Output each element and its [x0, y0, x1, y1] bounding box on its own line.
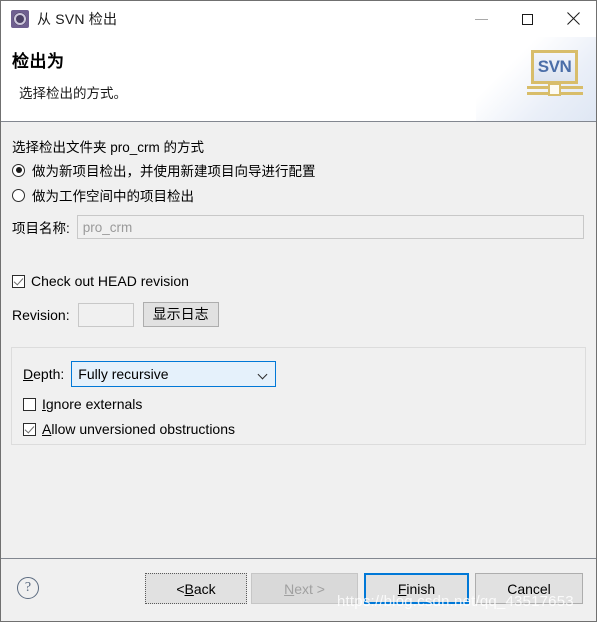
svn-repository-icon: [11, 10, 29, 28]
project-name-label: 项目名称:: [12, 221, 70, 236]
window-controls: [458, 1, 596, 37]
dialog-footer: ? < Back Next > Finish Cancel: [1, 558, 596, 621]
close-icon: [566, 12, 580, 26]
cancel-button[interactable]: Cancel: [475, 573, 583, 604]
checkbox-ignore-externals-indicator[interactable]: [23, 397, 36, 411]
checkbox-head-revision[interactable]: Check out HEAD revision: [12, 273, 189, 289]
page-title: 检出为: [12, 52, 65, 71]
next-button-mnemonic: N: [284, 580, 295, 597]
radio-workspace-project[interactable]: 做为工作空间中的项目检出: [12, 185, 194, 205]
page-description: 选择检出的方式。: [19, 86, 127, 101]
checkbox-allow-unversioned-obstructions-mnemonic: A: [42, 421, 52, 437]
project-name-row: 项目名称:: [12, 215, 584, 239]
checkbox-allow-unversioned-obstructions[interactable]: Allow unversioned obstructions: [23, 421, 235, 437]
back-button-mnemonic: B: [184, 580, 194, 597]
radio-new-project-wizard[interactable]: 做为新项目检出，并使用新建项目向导进行配置: [12, 160, 316, 180]
checkout-from-svn-dialog: 从 SVN 检出 检出为 选择检出的方式。 SVN 选择检出文件夹 pro_cr…: [0, 0, 597, 622]
radio-new-project-wizard-label: 做为新项目检出，并使用新建项目向导进行配置: [32, 164, 316, 179]
next-button[interactable]: Next >: [251, 573, 358, 604]
maximize-icon: [521, 13, 533, 25]
finish-button-mnemonic: F: [397, 580, 407, 597]
revision-input[interactable]: [77, 302, 134, 327]
depth-dropdown[interactable]: Fully recursive: [71, 361, 277, 387]
checkbox-head-revision-indicator[interactable]: [12, 274, 25, 288]
chevron-down-icon: [259, 370, 268, 379]
revision-row: Revision: 显示日志: [12, 302, 219, 327]
depth-label: Depth:: [23, 366, 64, 382]
checkbox-allow-unversioned-obstructions-label: Allow unversioned obstructions: [42, 421, 235, 437]
checkout-mode-label: 选择检出文件夹 pro_crm 的方式: [12, 140, 205, 155]
radio-new-project-wizard-indicator[interactable]: [12, 163, 25, 177]
revision-label: Revision:: [12, 306, 70, 323]
wizard-content: 选择检出文件夹 pro_crm 的方式 做为新项目检出，并使用新建项目向导进行配…: [1, 123, 596, 558]
show-log-button[interactable]: 显示日志: [142, 302, 219, 327]
depth-label-mnemonic: D: [23, 366, 34, 382]
depth-label-rest: epth:: [33, 366, 65, 382]
project-name-input[interactable]: [76, 215, 584, 239]
depth-row: Depth: Fully recursive: [23, 361, 277, 387]
close-button[interactable]: [550, 1, 596, 37]
depth-group-box: Depth: Fully recursive Ignore externals …: [11, 347, 586, 445]
next-button-rest: ext >: [294, 580, 325, 597]
minimize-icon: [474, 18, 488, 20]
window-title: 从 SVN 检出: [37, 11, 118, 27]
minimize-button[interactable]: [458, 1, 504, 37]
checkbox-ignore-externals[interactable]: Ignore externals: [23, 396, 142, 412]
svn-logo-text: SVN: [537, 57, 572, 76]
svn-logo-icon: SVN: [527, 50, 583, 100]
finish-button[interactable]: Finish: [364, 573, 469, 604]
checkbox-allow-unversioned-obstructions-rest: llow unversioned obstructions: [51, 421, 235, 437]
checkbox-ignore-externals-rest: gnore externals: [45, 396, 143, 412]
finish-button-rest: inish: [406, 580, 436, 597]
help-icon[interactable]: ?: [17, 577, 39, 599]
maximize-button[interactable]: [504, 1, 550, 37]
wizard-header: 检出为 选择检出的方式。 SVN: [1, 37, 596, 122]
title-bar: 从 SVN 检出: [1, 1, 596, 37]
back-button-rest: ack: [193, 580, 216, 597]
checkbox-head-revision-label: Check out HEAD revision: [31, 273, 189, 289]
checkbox-ignore-externals-label: Ignore externals: [42, 396, 142, 412]
radio-workspace-project-label: 做为工作空间中的项目检出: [32, 189, 194, 204]
radio-workspace-project-indicator[interactable]: [12, 188, 25, 202]
checkbox-allow-unversioned-obstructions-indicator[interactable]: [23, 422, 36, 436]
back-button-prefix: <: [176, 580, 185, 597]
back-button[interactable]: < Back: [145, 573, 247, 604]
depth-dropdown-value: Fully recursive: [78, 366, 169, 382]
